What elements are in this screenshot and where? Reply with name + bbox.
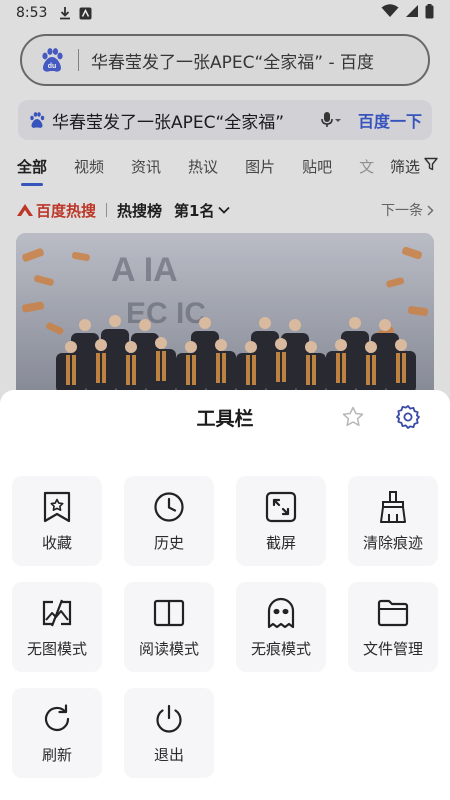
- incognito-mode-button[interactable]: 无痕模式: [236, 582, 326, 672]
- refresh-icon: [41, 702, 73, 736]
- reading-mode-button[interactable]: 阅读模式: [124, 582, 214, 672]
- bookmark-button[interactable]: 收藏: [12, 476, 102, 566]
- exit-label: 退出: [153, 746, 184, 764]
- history-button[interactable]: 历史: [124, 476, 214, 566]
- clock-icon: [153, 490, 185, 524]
- incognito-mode-label: 无痕模式: [250, 640, 311, 658]
- toolbar-sheet: 工具栏 收藏 历史 截屏 清除痕迹 无图模式 阅读模式 无痕模式 文件管理 刷新…: [0, 390, 450, 800]
- broom-icon: [377, 490, 409, 524]
- screenshot-icon: [265, 490, 297, 524]
- exit-button[interactable]: 退出: [124, 688, 214, 778]
- ghost-icon: [265, 596, 297, 630]
- bookmark-label: 收藏: [41, 534, 72, 552]
- refresh-button[interactable]: 刷新: [12, 688, 102, 778]
- power-icon: [153, 702, 185, 736]
- screenshot-button[interactable]: 截屏: [236, 476, 326, 566]
- toolbar-title: 工具栏: [196, 408, 254, 430]
- clear-traces-button[interactable]: 清除痕迹: [348, 476, 438, 566]
- folder-icon: [377, 596, 409, 630]
- history-label: 历史: [153, 534, 184, 552]
- file-manager-button[interactable]: 文件管理: [348, 582, 438, 672]
- no-image-mode-label: 无图模式: [26, 640, 87, 658]
- settings-gear-icon[interactable]: [394, 403, 422, 431]
- screenshot-label: 截屏: [265, 534, 296, 552]
- clear-traces-label: 清除痕迹: [362, 534, 423, 552]
- file-manager-label: 文件管理: [362, 640, 423, 658]
- no-image-mode-button[interactable]: 无图模式: [12, 582, 102, 672]
- star-icon[interactable]: [340, 404, 366, 430]
- reading-mode-label: 阅读模式: [138, 640, 199, 658]
- bookmark-star-icon: [42, 490, 72, 524]
- book-icon: [153, 596, 185, 630]
- refresh-label: 刷新: [41, 746, 72, 764]
- no-image-icon: [41, 596, 73, 630]
